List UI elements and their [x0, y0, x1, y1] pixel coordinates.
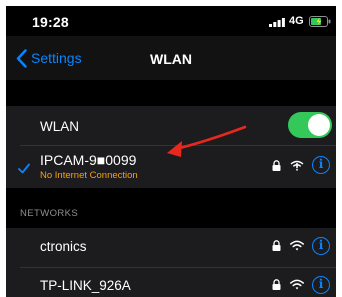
status-time: 19:28 — [32, 14, 69, 30]
wifi-no-internet-icon — [290, 160, 304, 171]
connected-network-row[interactable]: IPCAM-9■0099 No Internet Connection i — [6, 146, 336, 188]
network-row[interactable]: ctronics i — [6, 228, 336, 268]
checkmark-icon — [18, 163, 30, 174]
wlan-toggle-switch[interactable] — [288, 112, 332, 138]
wifi-icon — [290, 240, 304, 251]
info-icon[interactable]: i — [312, 237, 330, 255]
lock-icon — [272, 240, 281, 251]
wlan-group: WLAN IPCAM-9■0099 No Internet Connection — [6, 106, 336, 188]
settings-screen: 19:28 4G Settings WLAN WLAN IPCAM-9■0099… — [6, 6, 336, 297]
cellular-signal-icon — [269, 18, 285, 27]
network-name: TP-LINK_926A — [40, 278, 131, 293]
wlan-toggle-label: WLAN — [40, 119, 80, 134]
lock-icon — [272, 160, 281, 171]
connection-status-text: No Internet Connection — [40, 170, 138, 181]
info-icon[interactable]: i — [312, 276, 330, 294]
lock-icon — [272, 279, 281, 290]
page-title: WLAN — [150, 51, 192, 67]
navigation-bar: Settings WLAN — [6, 36, 336, 80]
network-type-label: 4G — [289, 15, 304, 27]
network-row[interactable]: TP-LINK_926A i — [6, 268, 336, 297]
networks-section-header: NETWORKS — [20, 208, 79, 219]
wifi-icon — [290, 279, 304, 290]
connected-network-name: IPCAM-9■0099 — [40, 152, 137, 168]
network-name: ctronics — [40, 239, 87, 254]
wlan-toggle-row: WLAN — [6, 106, 336, 146]
networks-group: ctronics i TP-LINK_926A i — [6, 228, 336, 297]
status-bar: 19:28 4G — [6, 6, 336, 36]
battery-charging-icon — [309, 16, 331, 27]
toggle-knob — [308, 114, 330, 136]
info-icon[interactable]: i — [312, 156, 330, 174]
